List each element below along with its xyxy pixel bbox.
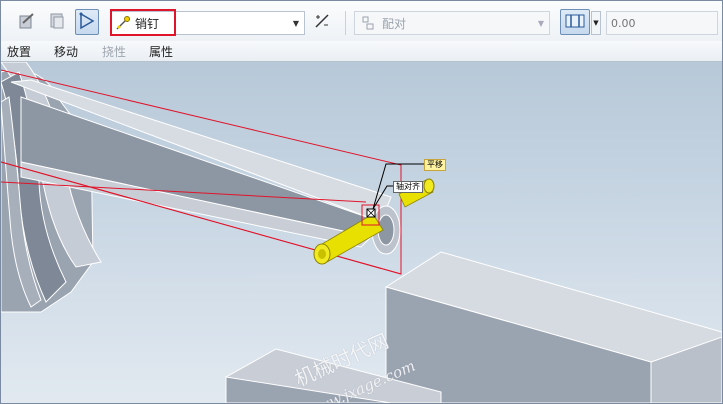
toolbar-divider xyxy=(345,11,346,35)
add-set-button[interactable] xyxy=(75,9,99,35)
model-viewport[interactable]: 平移 轴对齐 机械时代网 www.jxage.com xyxy=(1,62,722,403)
tab-placement[interactable]: 放置 xyxy=(7,43,31,60)
user-defined-set-button[interactable] xyxy=(15,9,39,35)
offset-type-button[interactable] xyxy=(560,9,590,35)
copy-set-icon xyxy=(48,12,66,33)
dashboard-tabs: 放置 移动 挠性 属性 xyxy=(1,41,722,62)
tab-move[interactable]: 移动 xyxy=(54,43,78,60)
offset-value-input[interactable] xyxy=(606,11,718,35)
mate-constraint-icon xyxy=(360,15,376,31)
tab-flexibility: 挠性 xyxy=(102,45,127,59)
callout-axis-align[interactable]: 轴对齐 xyxy=(393,181,423,193)
user-defined-set-icon xyxy=(18,12,36,33)
constraint-toolbar: 销钉 ▼ 配对 ▼ ▼ xyxy=(1,1,722,41)
callout-translate[interactable]: 平移 xyxy=(424,159,446,171)
flip-icon xyxy=(313,12,331,33)
chevron-down-icon[interactable]: ▼ xyxy=(535,17,547,29)
tab-properties[interactable]: 属性 xyxy=(149,43,173,60)
chevron-down-icon[interactable]: ▼ xyxy=(290,17,302,29)
constraint-type-select[interactable]: 配对 ▼ xyxy=(354,11,550,35)
offset-type-icon xyxy=(565,13,585,32)
chevron-down-icon: ▼ xyxy=(593,19,599,27)
constraint-type-value: 配对 xyxy=(382,16,407,31)
highlight-frame xyxy=(110,9,176,36)
copy-set-button[interactable] xyxy=(45,9,69,35)
offset-type-dropdown[interactable]: ▼ xyxy=(591,11,601,35)
add-set-icon xyxy=(78,12,96,33)
flip-button[interactable] xyxy=(310,9,334,35)
